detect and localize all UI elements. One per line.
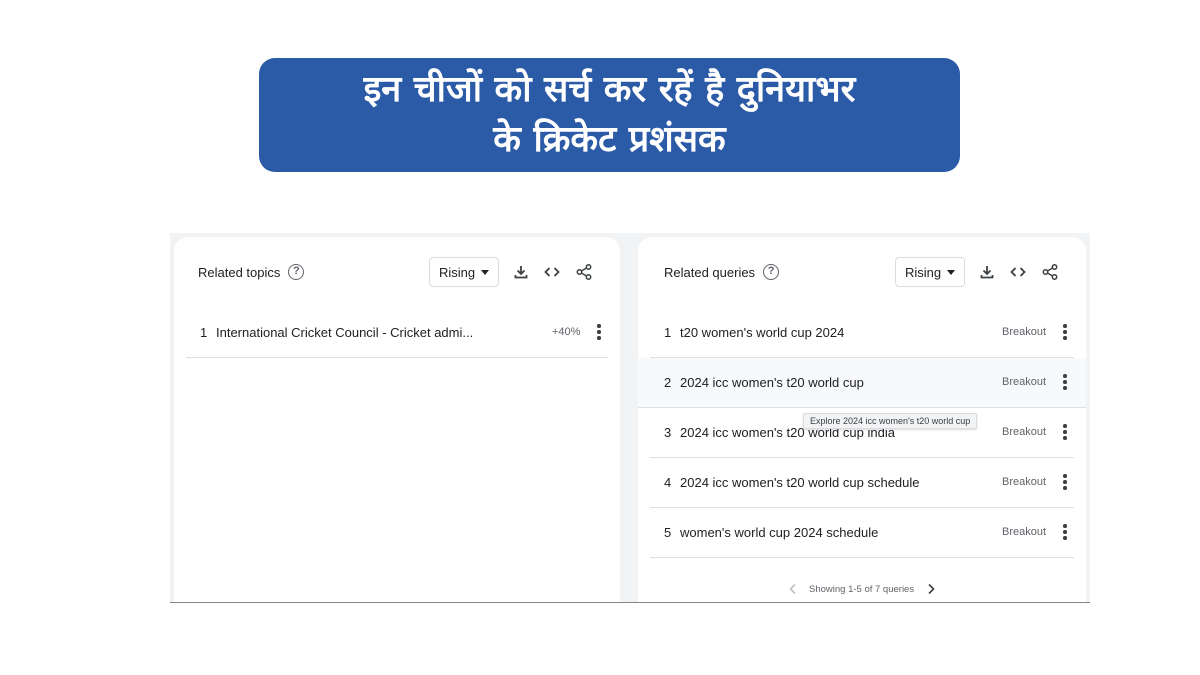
download-icon[interactable] [978,263,996,281]
caret-down-icon [481,270,489,275]
related-topics-header: Related topics ? Rising [174,257,620,287]
related-topics-title: Related topics ? [198,264,305,280]
queries-filter-select[interactable]: Rising [895,257,965,287]
headline-line-2: के क्रिकेट प्रशंसक [493,119,726,160]
headline-banner: इन चीजों को सर्च कर रहें है दुनियाभर के … [259,58,960,172]
help-icon[interactable]: ? [288,264,305,280]
list-item[interactable]: 1 International Cricket Council - Cricke… [186,308,608,358]
embed-code-icon[interactable] [1009,263,1027,281]
pagination-label: Showing 1-5 of 7 queries [809,584,915,595]
list-item[interactable]: 4 2024 icc women's t20 world cup schedul… [650,458,1074,508]
more-vert-icon[interactable] [1063,374,1067,390]
related-queries-header: Related queries ? Rising [638,257,1086,287]
pagination: Showing 1-5 of 7 queries [638,581,1086,601]
related-topics-card: Related topics ? Rising 1 International … [174,237,620,602]
list-item[interactable]: 5 women's world cup 2024 schedule Breako… [650,508,1074,558]
help-icon[interactable]: ? [763,264,780,280]
more-vert-icon[interactable] [1063,324,1067,340]
list-item[interactable]: 1 t20 women's world cup 2024 Breakout [650,308,1074,358]
trends-screenshot: Related topics ? Rising 1 International … [170,233,1090,603]
chevron-left-icon[interactable] [788,583,798,595]
download-icon[interactable] [512,263,530,281]
more-vert-icon[interactable] [597,324,601,340]
share-icon[interactable] [575,263,593,281]
share-icon[interactable] [1041,263,1059,281]
embed-code-icon[interactable] [543,263,561,281]
more-vert-icon[interactable] [1063,524,1067,540]
more-vert-icon[interactable] [1063,424,1067,440]
explore-tooltip: Explore 2024 icc women's t20 world cup [803,413,978,429]
caret-down-icon [947,270,955,275]
list-item[interactable]: 2 2024 icc women's t20 world cup Breakou… [638,358,1086,408]
topics-filter-select[interactable]: Rising [429,257,499,287]
related-queries-title: Related queries ? [664,264,780,280]
headline-line-1: इन चीजों को सर्च कर रहें है दुनियाभर [363,69,856,110]
chevron-right-icon[interactable] [926,583,936,595]
more-vert-icon[interactable] [1063,474,1067,490]
